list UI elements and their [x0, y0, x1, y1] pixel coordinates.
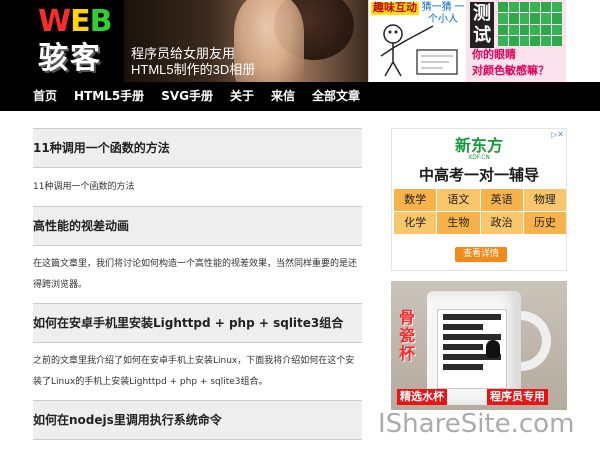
ad-subject[interactable]: 生物 — [437, 212, 480, 234]
ad-subject[interactable]: 化学 — [394, 212, 437, 234]
nav-item-home[interactable]: 首页 — [33, 82, 57, 111]
ad-brand: 新东方 — [454, 136, 503, 155]
header-spacer — [566, 0, 600, 82]
logo-letter-e: E — [70, 4, 90, 39]
logo-web-text: WEB — [38, 4, 113, 39]
post-title[interactable]: 11种调用一个函数的方法 — [33, 128, 362, 168]
ad-subject[interactable]: 历史 — [523, 212, 566, 234]
ad-mug-label: 骨瓷杯 — [399, 308, 416, 363]
main-nav: 首页 HTML5手册 SVG手册 关于 来信 全部文章 — [0, 82, 600, 111]
logo-letter-b: B — [89, 4, 113, 39]
ad-cartoon-tag: 趣味互动 — [371, 2, 419, 15]
sidebar-ad-mug[interactable]: 骨瓷杯 精选水杯 程序员专用 — [391, 281, 567, 410]
site-logo[interactable]: WEB 骇客 — [36, 4, 124, 78]
nav-item-contact[interactable]: 来信 — [271, 82, 295, 111]
nav-list: 首页 HTML5手册 SVG手册 关于 来信 全部文章 — [33, 82, 377, 111]
ad-test-title: 测试 — [470, 2, 494, 48]
header-ad-cartoon[interactable]: 趣味互动 猜一猜 一个小人 — [368, 0, 466, 82]
ad-subject[interactable]: 物理 — [523, 189, 566, 211]
ad-headline: 中高考一对一辅导 — [418, 166, 539, 184]
ad-mug-tag-left: 精选水杯 — [397, 389, 447, 405]
logo-han-text: 骇客 — [38, 41, 102, 76]
site-header: WEB 骇客 程序员给女朋友用 HTML5制作的3D相册 趣味互动 猜一猜 一个… — [0, 0, 600, 82]
banner-line-2: HTML5制作的3D相册 — [131, 62, 256, 77]
post-title[interactable]: 高性能的视差动画 — [33, 206, 362, 246]
mug-sticker — [437, 309, 507, 389]
color-grid — [498, 2, 562, 46]
post-excerpt: 11种调用一个函数的方法 — [33, 182, 135, 192]
sidebar-ad-tutoring[interactable]: ▷✕ 新东方 XDF.CN 中高考一对一辅导 数学 语文 英语 物理 化学 生物… — [391, 128, 567, 271]
logo-letter-w: W — [38, 4, 71, 39]
header-ad-color-test[interactable]: 测试 你的眼睛 对颜色敏感嘛？ — [466, 0, 566, 82]
ad-test-line-1: 你的眼睛 — [472, 49, 516, 61]
ad-test-line-2: 对颜色敏感嘛？ — [472, 65, 549, 77]
post-excerpt: 在这篇文章里，我们将讨论如何构造一个高性能的视差效果，当然同样重要的是还得跨浏览… — [33, 259, 358, 290]
post-list: 11种调用一个函数的方法 11种调用一个函数的方法 高性能的视差动画 在这篇文章… — [33, 128, 362, 440]
cartoon-figure-icon — [380, 24, 458, 77]
featured-banner-caption[interactable]: 程序员给女朋友用 HTML5制作的3D相册 — [131, 46, 279, 78]
post-title[interactable]: 如何在安卓手机里安装Lighttpd + php + sqlite3组合 — [33, 303, 362, 343]
nav-item-all-posts[interactable]: 全部文章 — [312, 82, 360, 111]
ad-subject[interactable]: 政治 — [480, 212, 523, 234]
post-title[interactable]: 如何在nodejs里调用执行系统命令 — [33, 400, 362, 440]
ad-subject-grid: 数学 语文 英语 物理 化学 生物 政治 历史 — [394, 189, 566, 234]
ad-brand-sub: XDF.CN — [468, 154, 490, 161]
watermark: IShareSite.com — [378, 409, 575, 439]
ad-subject[interactable]: 英语 — [480, 189, 523, 211]
linux-penguin-icon — [486, 340, 500, 358]
post-excerpt: 之前的文章里我介绍了如何在安卓手机上安装Linux，下面我将介绍如何在这个安装了… — [33, 356, 355, 387]
ad-cta-button[interactable]: 查看详情 — [455, 247, 507, 262]
nav-item-about[interactable]: 关于 — [230, 82, 254, 111]
banner-line-1: 程序员给女朋友用 — [131, 46, 236, 61]
ad-subject[interactable]: 语文 — [437, 189, 480, 211]
nav-item-html5-manual[interactable]: HTML5手册 — [74, 82, 144, 111]
ad-subject[interactable]: 数学 — [394, 189, 437, 211]
ad-mug-tag-right: 程序员专用 — [487, 389, 548, 405]
nav-item-svg-manual[interactable]: SVG手册 — [161, 82, 213, 111]
